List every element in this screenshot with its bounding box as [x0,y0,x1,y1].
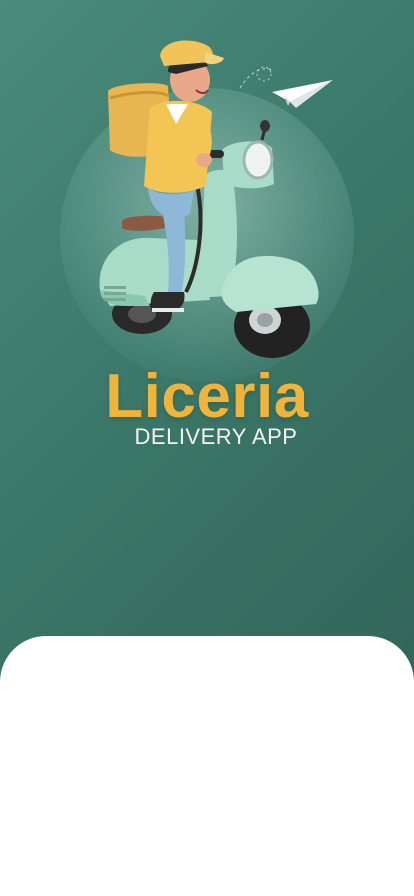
splash-screen: Liceria DELIVERY APP [0,0,414,896]
brand-block: Liceria [0,360,414,434]
bottom-sheet [0,636,414,896]
paper-plane-icon [239,66,333,108]
brand-name: Liceria [105,362,309,431]
brand-tagline: DELIVERY APP [134,424,298,449]
delivery-scooter-illustration [99,40,333,358]
